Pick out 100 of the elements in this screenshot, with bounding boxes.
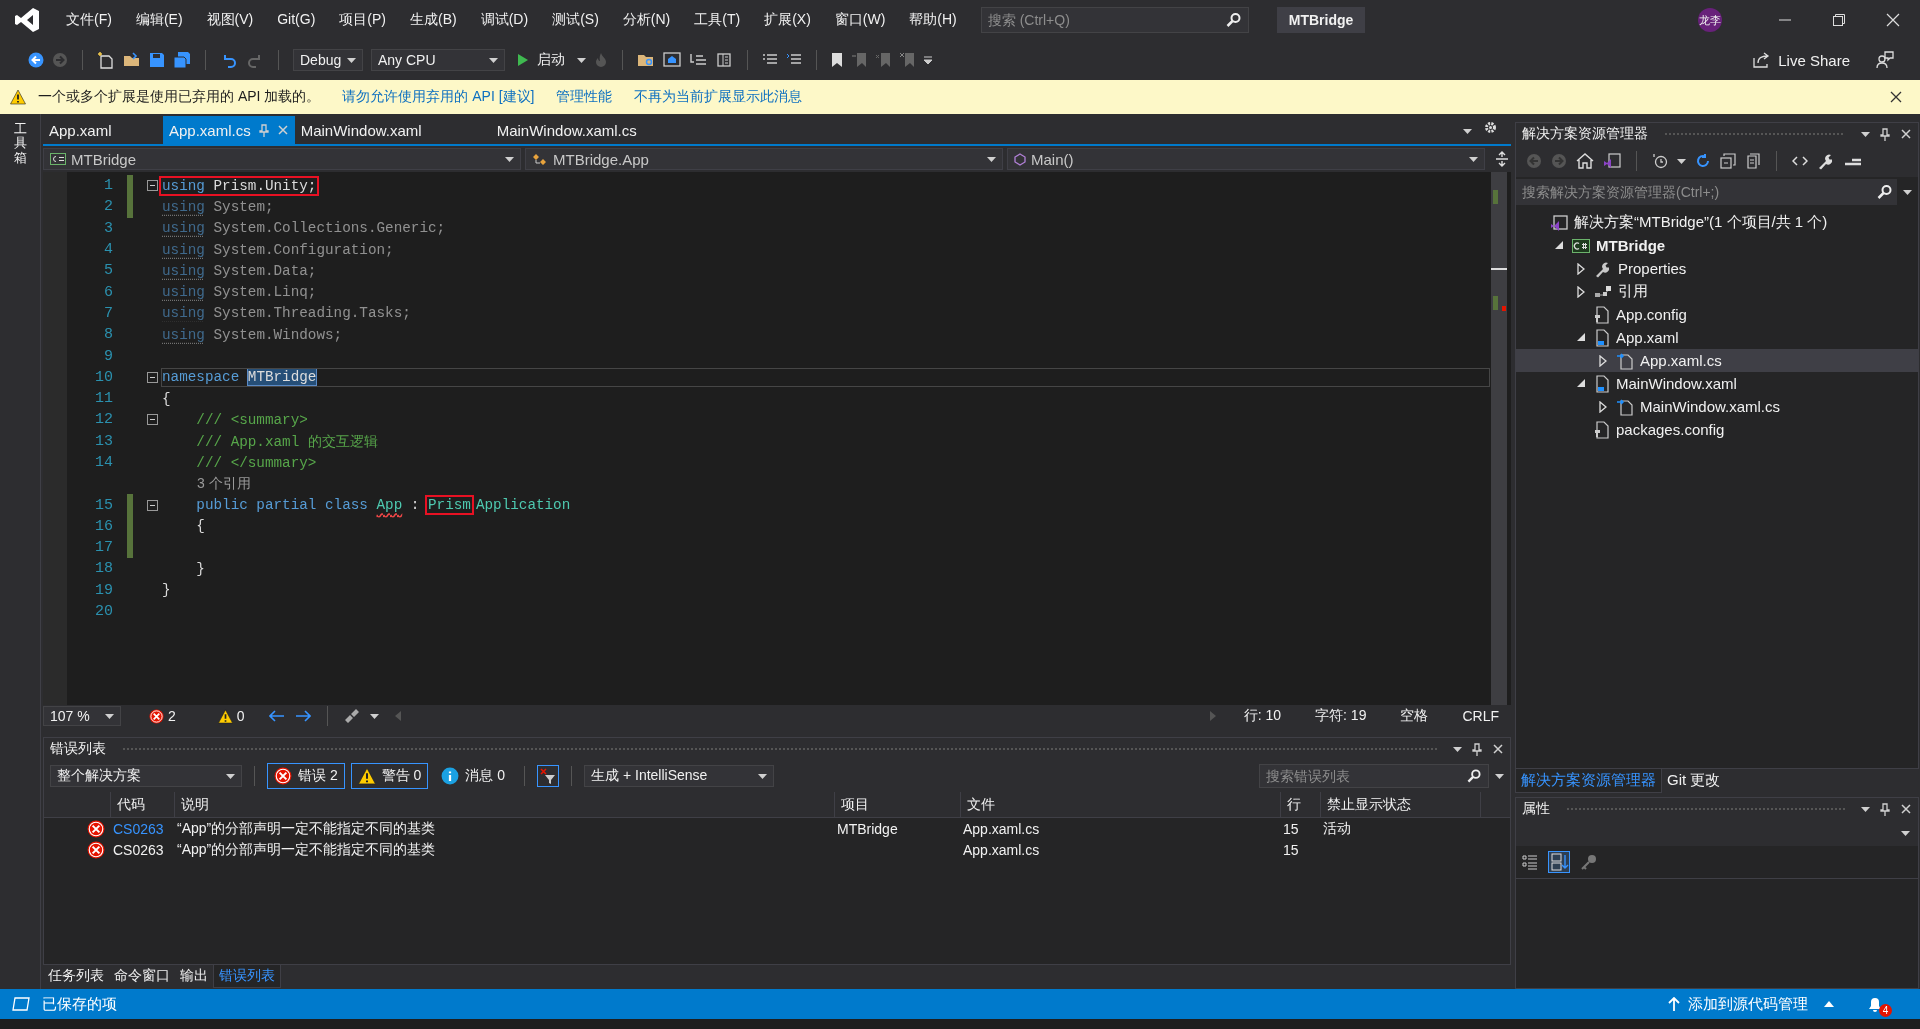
clear-bookmarks-icon[interactable]	[899, 52, 915, 68]
dropdown-icon[interactable]	[577, 57, 586, 63]
live-share-button[interactable]: Live Share	[1748, 49, 1854, 71]
tree-item[interactable]: packages.config	[1516, 418, 1918, 441]
overflow-icon[interactable]	[923, 55, 933, 65]
collapse-icon[interactable]	[146, 180, 158, 192]
feedback-icon[interactable]	[1876, 51, 1894, 69]
menu-item[interactable]: 测试(S)	[540, 11, 611, 29]
info-link[interactable]: 管理性能	[556, 88, 613, 106]
panel-tab[interactable]: 错误列表	[213, 965, 281, 988]
tree-item[interactable]: 引用	[1516, 280, 1918, 303]
error-code-link[interactable]: CS0263	[110, 820, 174, 837]
history-icon[interactable]	[1652, 153, 1668, 169]
brush-icon[interactable]	[343, 709, 360, 723]
menu-item[interactable]: 生成(B)	[398, 11, 469, 29]
restore-icon[interactable]	[1832, 13, 1846, 27]
menu-item[interactable]: 帮助(H)	[897, 11, 969, 29]
user-avatar[interactable]: 龙李	[1698, 8, 1722, 32]
collapse-icon[interactable]	[146, 414, 158, 426]
column-header[interactable]: 说明	[174, 792, 834, 817]
column-header[interactable]: 项目	[834, 792, 960, 817]
zoom-dropdown[interactable]: 107 %	[43, 706, 121, 726]
dropdown-icon[interactable]	[1453, 746, 1462, 752]
filter-toggle[interactable]: 警告 0	[350, 763, 429, 789]
search-field[interactable]: 搜索解决方案资源管理器(Ctrl+;)	[1516, 179, 1897, 205]
warning-count[interactable]: 0	[217, 708, 245, 724]
source-dropdown[interactable]: 生成 + IntelliSense	[584, 765, 775, 787]
refresh-icon[interactable]	[1695, 153, 1711, 169]
column-header[interactable]: 行	[1280, 792, 1320, 817]
line-ending-indicator[interactable]: CRLF	[1450, 708, 1511, 724]
expanded-arrow-icon[interactable]	[1576, 379, 1586, 388]
filter-toggle[interactable]: 错误 2	[267, 763, 345, 789]
previous-bookmark-icon[interactable]	[851, 52, 867, 68]
references-codelens[interactable]: 3 个引用	[161, 474, 251, 493]
editor-tab[interactable]: MainWindow.xaml	[294, 116, 491, 144]
dropdown-icon[interactable]	[987, 156, 996, 162]
pending-changes-icon[interactable]	[1844, 156, 1862, 166]
tree-item[interactable]: MainWindow.xaml	[1516, 372, 1918, 395]
copy-icon[interactable]	[1745, 153, 1761, 169]
menu-item[interactable]: 调试(D)	[468, 11, 541, 29]
column-header[interactable]: 禁止显示状态	[1320, 792, 1480, 817]
navigation-dropdown[interactable]: MTBridge.App	[525, 148, 1003, 170]
menu-item[interactable]: 文件(F)	[54, 11, 124, 29]
menu-item[interactable]: Git(G)	[265, 11, 328, 29]
split-icon[interactable]	[1495, 151, 1509, 167]
dropdown-icon[interactable]	[1861, 131, 1870, 137]
tree-item[interactable]: Properties	[1516, 257, 1918, 280]
dropdown-icon[interactable]	[1469, 156, 1478, 162]
pin-icon[interactable]	[1880, 802, 1890, 816]
error-count[interactable]: 2	[149, 708, 176, 724]
configuration-dropdown[interactable]: Debug	[293, 49, 363, 71]
collapsed-arrow-icon[interactable]	[1599, 400, 1607, 413]
navigation-dropdown[interactable]: Main()	[1007, 148, 1485, 170]
dropdown-icon[interactable]	[1901, 830, 1910, 836]
key-icon[interactable]	[1580, 853, 1598, 872]
panel-tab[interactable]: Git 更改	[1662, 769, 1726, 794]
dropdown-icon[interactable]	[489, 57, 498, 63]
panel-tab[interactable]: 输出	[175, 965, 213, 987]
source-control-button[interactable]: 添加到源代码管理	[1664, 992, 1812, 1016]
collapsed-arrow-icon[interactable]	[1577, 285, 1585, 298]
dropdown-icon[interactable]	[1495, 773, 1504, 779]
char-indicator[interactable]: 字符: 19	[1303, 707, 1379, 725]
pin-icon[interactable]	[1472, 742, 1482, 756]
tree-item[interactable]: App.xaml	[1516, 326, 1918, 349]
collapse-icon[interactable]	[146, 499, 158, 511]
tree-item[interactable]: App.config	[1516, 303, 1918, 326]
dropdown-icon[interactable]	[105, 713, 114, 719]
dropdown-icon[interactable]	[1463, 129, 1472, 134]
search-icon[interactable]	[1225, 12, 1241, 28]
search-icon[interactable]	[1467, 769, 1481, 783]
pin-icon[interactable]	[1880, 127, 1890, 141]
code-icon[interactable]	[1792, 155, 1808, 167]
panel-tab[interactable]: 命令窗口	[109, 965, 175, 987]
expanded-arrow-icon[interactable]	[1554, 241, 1564, 250]
columns-icon[interactable]	[715, 52, 733, 68]
whitespace-indicator[interactable]: 空格	[1388, 707, 1441, 725]
info-link[interactable]: 请勿允许使用弃用的 API [建议]	[342, 88, 535, 106]
close-icon[interactable]	[1900, 803, 1912, 816]
column-header[interactable]: 代码	[110, 792, 174, 817]
settings-icon[interactable]	[1484, 121, 1497, 134]
menu-item[interactable]: 视图(V)	[194, 11, 266, 29]
dropdown-icon[interactable]	[1861, 806, 1870, 812]
wrench-icon[interactable]	[1817, 152, 1835, 170]
clear-filter-icon[interactable]	[537, 765, 560, 787]
menu-item[interactable]: 窗口(W)	[822, 11, 898, 29]
next-icon[interactable]	[294, 710, 311, 722]
menu-item[interactable]: 项目(P)	[327, 11, 398, 29]
caret-icon[interactable]	[1824, 1001, 1834, 1007]
next-bookmark-icon[interactable]	[875, 52, 891, 68]
tree-item[interactable]: 解决方案“MTBridge”(1 个项目/共 1 个)	[1516, 211, 1918, 234]
alphabetical-icon[interactable]	[1548, 851, 1570, 874]
filter-toggle[interactable]: 消息 0	[434, 763, 513, 789]
back-icon[interactable]	[28, 52, 44, 68]
save-icon[interactable]	[149, 52, 165, 68]
line-indicator[interactable]: 行: 10	[1231, 707, 1294, 725]
home-icon[interactable]	[1576, 153, 1594, 169]
collapsed-arrow-icon[interactable]	[1599, 354, 1607, 367]
dropdown-icon[interactable]	[1677, 158, 1686, 164]
dropdown-icon[interactable]	[758, 773, 768, 779]
expanded-arrow-icon[interactable]	[1576, 333, 1586, 342]
